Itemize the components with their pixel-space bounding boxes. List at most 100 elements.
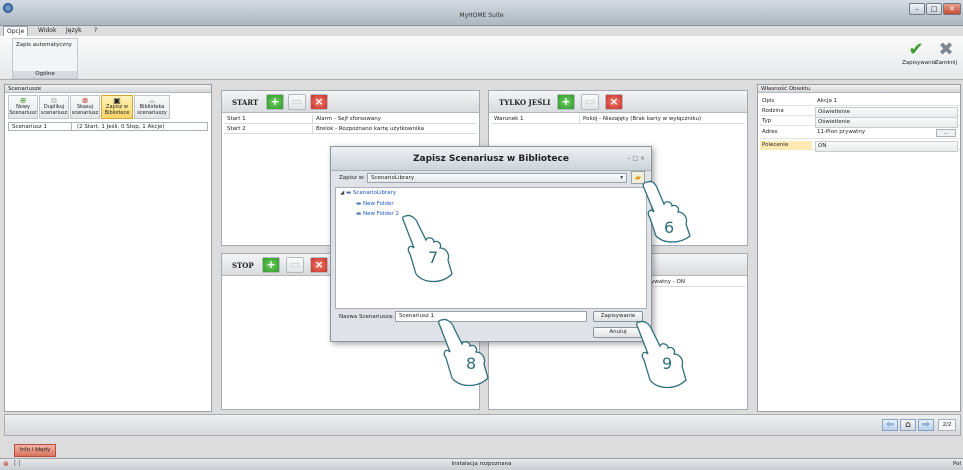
- condition-1-name: Warunek 1: [494, 116, 524, 122]
- callout-9: 9: [634, 318, 696, 390]
- tree-folder-2-label: New Folder 2: [362, 211, 399, 217]
- property-value[interactable]: ON: [815, 141, 958, 152]
- edit-stop-button[interactable]: ▭: [286, 257, 304, 273]
- property-value[interactable]: Oświetlenie: [815, 117, 958, 128]
- browse-address-button[interactable]: ...: [936, 129, 956, 137]
- menu-bar: Opcje Widok Język ?: [0, 26, 963, 37]
- close-window-button[interactable]: ✕: [943, 3, 961, 15]
- property-adres[interactable]: Adres 11-Pion prywatny ...: [760, 128, 960, 139]
- action-1-desc: ywatny - ON: [651, 279, 685, 285]
- delete-stop-button[interactable]: ×: [310, 257, 328, 273]
- tree-root[interactable]: ◢ ▬ ScenarioLibrary: [340, 190, 396, 196]
- start-title: START: [232, 98, 259, 107]
- save-in-value: ScenarioLibrary: [371, 175, 415, 181]
- pointing-hand-icon: [438, 318, 489, 387]
- scenarios-panel: Scenariusze: [4, 84, 212, 412]
- property-key: Polecenie: [760, 141, 812, 150]
- start-header: START + ▭ ×: [222, 91, 479, 113]
- property-key: Typ: [762, 118, 772, 124]
- property-opis[interactable]: Opis Akcja 1: [760, 97, 960, 106]
- property-rodzina[interactable]: Rodzina Oświetlenie: [760, 107, 960, 118]
- table-row[interactable]: Start 1 Alarm - Sejf sforsowany: [224, 115, 477, 124]
- only-if-header: TYLKO JEŚLI + ▭ ×: [489, 91, 747, 113]
- start-1-desc: Alarm - Sejf sforsowany: [312, 115, 381, 124]
- scenario-name: Scenariusz 1: [12, 123, 72, 131]
- stop-title: STOP: [232, 261, 254, 270]
- callout-8: 8: [436, 316, 498, 388]
- autosave-option[interactable]: Zapis automatyczny: [16, 42, 72, 48]
- delete-start-button[interactable]: ×: [310, 94, 328, 110]
- only-if-title: TYLKO JEŚLI: [499, 98, 551, 107]
- save-in-combo[interactable]: ScenarioLibrary ▾: [367, 173, 627, 183]
- properties-panel: Własność Obiektu Opis Akcja 1 Rodzina Oś…: [757, 84, 961, 412]
- scenario-name-label: Nazwa Scenariusza:: [339, 314, 394, 320]
- scenario-library-button[interactable]: ⌓ Biblioteka scenariuszy: [134, 95, 170, 119]
- checkmark-icon: ✔: [908, 39, 924, 60]
- scenario-library-label: Biblioteka scenariuszy: [137, 104, 167, 116]
- callout-7: 7: [400, 212, 462, 284]
- info-errors-tab[interactable]: Info i błędy: [14, 444, 56, 457]
- save-to-library-button[interactable]: ▣ Zapisz w Bibliotece: [101, 95, 133, 119]
- menu-jezyk[interactable]: Język: [66, 26, 82, 36]
- table-row[interactable]: Warunek 1 Pokój - Niezajęty (Brak karty …: [491, 115, 745, 124]
- minimize-button[interactable]: –: [909, 3, 925, 15]
- tree-root-label: ScenarioLibrary: [352, 190, 397, 196]
- menu-widok[interactable]: Widok: [38, 26, 56, 36]
- start-2-desc: Brelok - Rozpoznano kartę użytkownika: [312, 125, 424, 134]
- scenarios-panel-title: Scenariusze: [5, 85, 211, 93]
- page-indicator: 2/2: [938, 419, 956, 431]
- dialog-titlebar: Zapisz Scenariusz w Bibliotece – □ ×: [331, 147, 651, 171]
- folder-icon: ▬: [356, 201, 362, 207]
- ribbon-group-caption: Ogólne: [13, 71, 77, 78]
- scenario-name-value: Scenariusz 1: [399, 313, 435, 319]
- duplicate-scenario-button[interactable]: ⧉ Duplikuj scenariusz: [39, 95, 69, 119]
- edit-start-button[interactable]: ▭: [288, 94, 306, 110]
- duplicate-scenario-label: Duplikuj scenariusz: [40, 104, 68, 116]
- delete-scenario-button[interactable]: ⊗ Skasuj scenariusz: [70, 95, 100, 119]
- new-scenario-button[interactable]: ⊕ Nowy Scenariusz: [8, 95, 38, 119]
- property-value: Akcja 1: [817, 98, 838, 104]
- folder-tree: ◢ ▬ ScenarioLibrary ▬ New Folder ▬ New F…: [335, 187, 647, 309]
- callout-number: 7: [428, 248, 439, 267]
- ribbon: [0, 36, 963, 80]
- home-icon[interactable]: ⌂: [900, 419, 916, 431]
- callout-6: 6: [640, 178, 698, 244]
- back-arrow-icon[interactable]: ⇦: [882, 419, 898, 431]
- save-in-label: Zapisz w:: [339, 175, 365, 181]
- properties-title: Własność Obiektu: [758, 85, 960, 93]
- add-start-button[interactable]: +: [266, 94, 284, 110]
- tree-folder-1[interactable]: ▬ New Folder: [356, 201, 394, 207]
- tree-folder-2[interactable]: ▬ New Folder 2: [356, 211, 399, 217]
- start-2-name: Start 2: [227, 126, 246, 132]
- status-text: Instalacja rozpoznana: [451, 461, 512, 467]
- delete-scenario-label: Skasuj scenariusz: [71, 104, 99, 116]
- table-row[interactable]: Start 2 Brelok - Rozpoznano kartę użytko…: [224, 125, 477, 134]
- menu-help[interactable]: ?: [94, 26, 97, 36]
- property-typ[interactable]: Typ Oświetlenie: [760, 117, 960, 128]
- callout-number: 9: [662, 354, 673, 373]
- ribbon-group-general: Zapis automatyczny Ogólne: [12, 38, 78, 79]
- folder-icon: ▬: [356, 211, 362, 217]
- close-button[interactable]: ✖ Zamknij: [932, 40, 960, 76]
- add-stop-button[interactable]: +: [262, 257, 280, 273]
- scenario-list-item[interactable]: Scenariusz 1 (2 Start, 1 Jeśli, 0 Stop, …: [8, 122, 208, 131]
- edit-condition-button[interactable]: ▭: [581, 94, 599, 110]
- dialog-window-controls[interactable]: – □ ×: [627, 155, 645, 162]
- new-scenario-label: Nowy Scenariusz: [9, 104, 37, 116]
- close-button-label: Zamknij: [934, 60, 958, 66]
- callout-number: 8: [466, 354, 477, 373]
- forward-arrow-icon[interactable]: ⇨: [918, 419, 934, 431]
- maximize-button[interactable]: □: [926, 3, 942, 15]
- delete-condition-button[interactable]: ×: [605, 94, 623, 110]
- save-button[interactable]: ✔ Zapisywanie: [902, 39, 937, 76]
- property-polecenie[interactable]: Polecenie ON: [760, 141, 960, 152]
- property-key: Rodzina: [762, 108, 784, 114]
- start-1-name: Start 1: [227, 116, 246, 122]
- property-key: Adres: [762, 129, 778, 135]
- tree-folder-1-label: New Folder: [362, 201, 394, 207]
- save-to-library-dialog: Zapisz Scenariusz w Bibliotece – □ × Zap…: [330, 146, 652, 342]
- condition-1-desc: Pokój - Niezajęty (Brak karty w wyłączni…: [579, 115, 701, 124]
- property-key: Opis: [762, 98, 775, 104]
- window-title: MyHOME Suite: [459, 12, 504, 19]
- add-condition-button[interactable]: +: [557, 94, 575, 110]
